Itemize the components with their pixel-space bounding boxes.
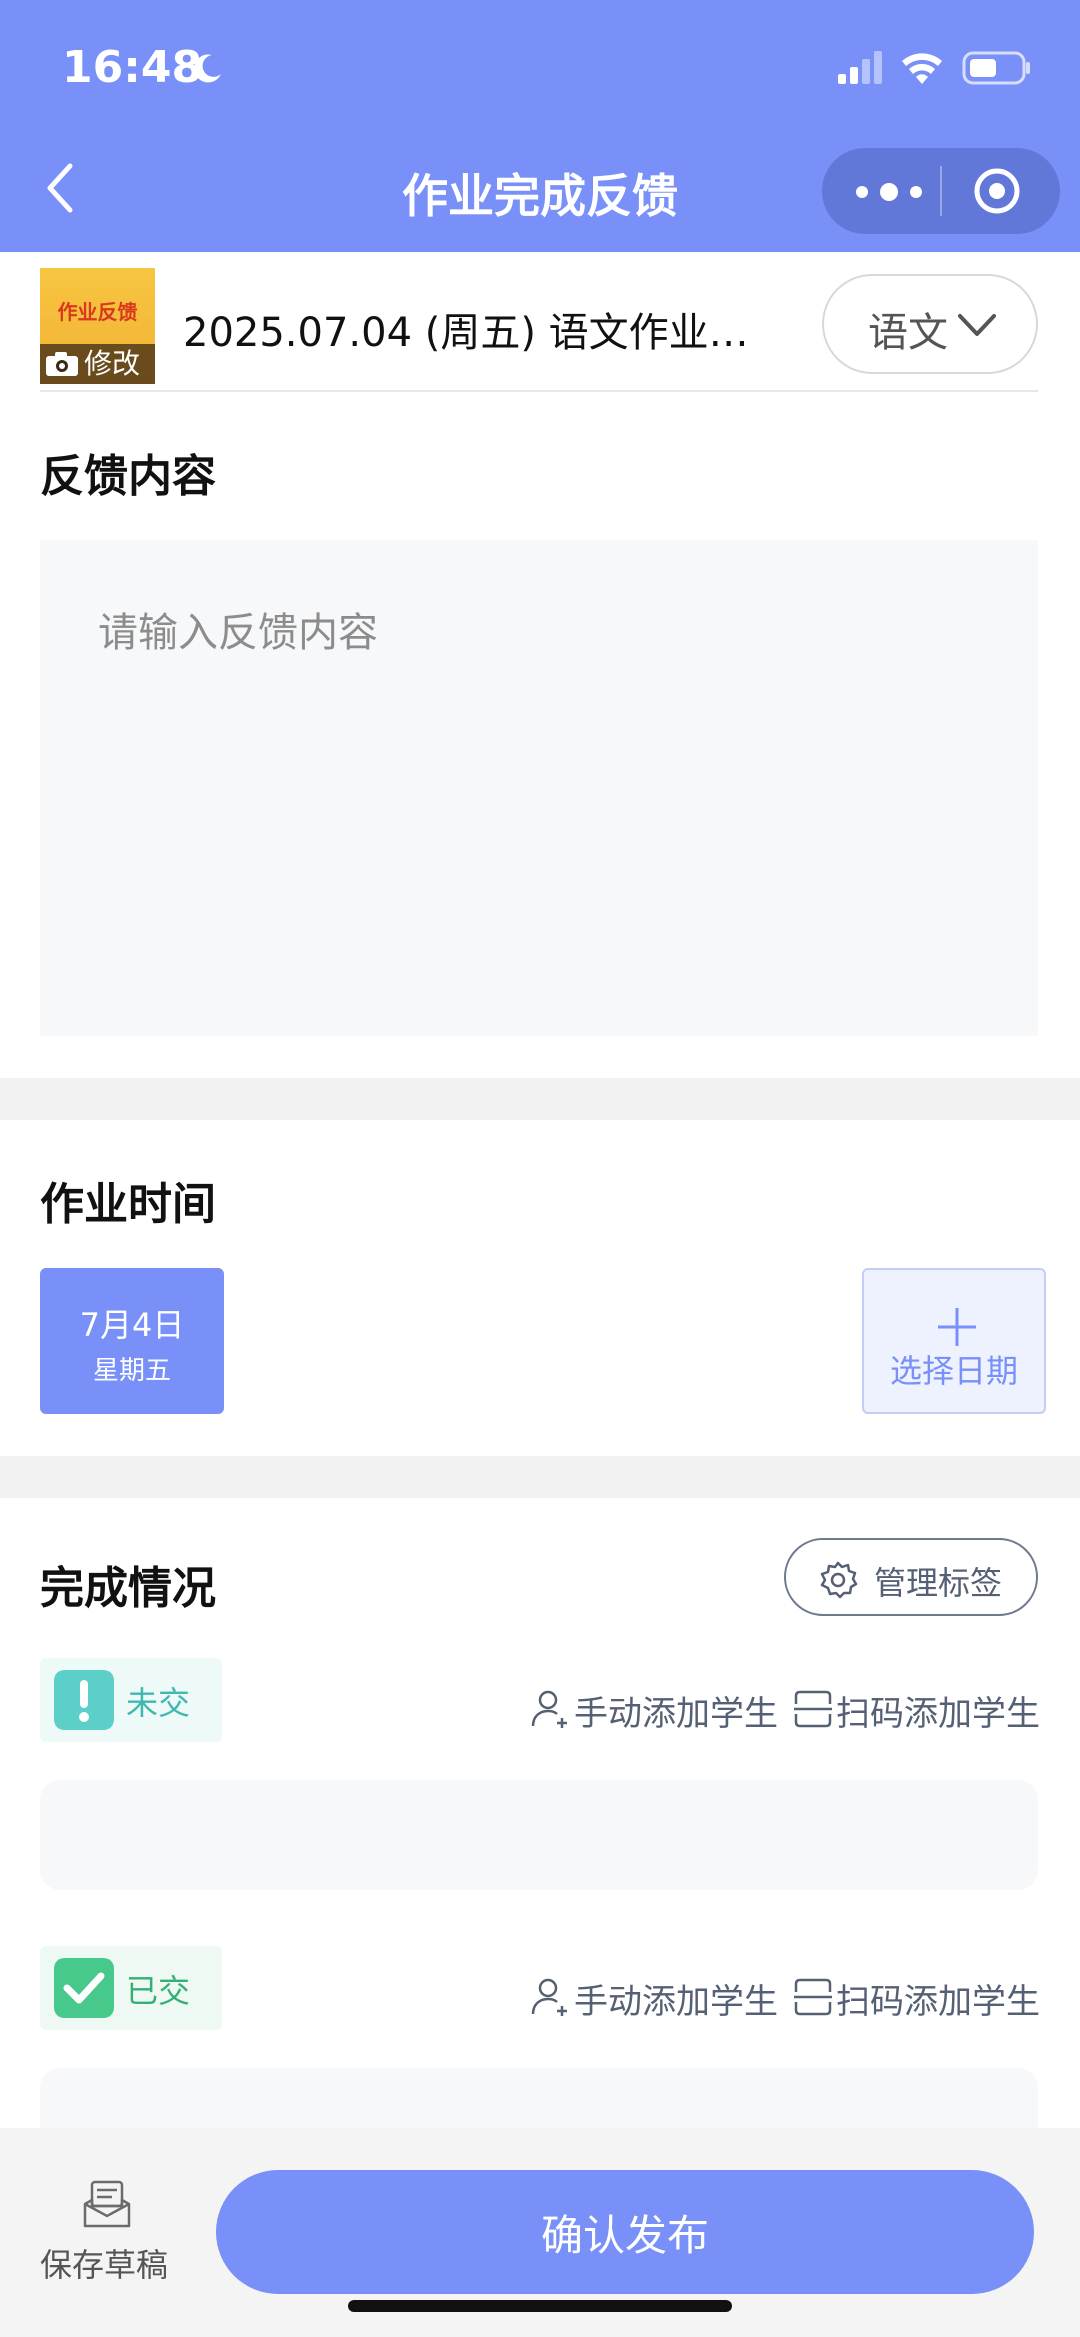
- moon-icon: [194, 54, 221, 83]
- homework-row: 作业反馈 修改 2025.07.04 (周五) 语文作业… 语文: [0, 252, 1080, 392]
- manual-add-label: 手动添加学生: [574, 1982, 778, 2022]
- cellular-signal-icon: [838, 51, 882, 84]
- selected-date-card[interactable]: 7月4日 星期五: [40, 1268, 224, 1414]
- wifi-icon: [902, 53, 942, 84]
- cover-text: 作业反馈: [57, 300, 138, 324]
- section-gap: [0, 1078, 1080, 1120]
- status-label: 未交: [126, 1684, 191, 1722]
- selected-date-weekday: 星期五: [92, 1356, 171, 1386]
- manage-tags-label: 管理标签: [874, 1564, 1003, 1602]
- save-draft-label: 保存草稿: [40, 2246, 169, 2284]
- cover-edit-label: 修改: [84, 347, 141, 380]
- status-badge-submitted: 已交: [40, 1946, 222, 2030]
- manual-add-student-button[interactable]: 手动添加学生: [530, 1972, 780, 2022]
- chevron-down-icon: [958, 314, 996, 336]
- add-person-icon: [531, 1978, 567, 2016]
- exclamation-icon: [54, 1670, 114, 1730]
- manual-add-label: 手动添加学生: [574, 1694, 778, 1734]
- selected-date-day: 7月4日: [79, 1306, 185, 1344]
- gear-icon: [820, 1561, 858, 1599]
- scan-add-label: 扫码添加学生: [836, 1694, 1040, 1734]
- feedback-placeholder: 请输入反馈内容: [98, 610, 378, 656]
- status-time: 16:48: [62, 42, 203, 93]
- scan-add-label: 扫码添加学生: [836, 1982, 1040, 2022]
- homework-title[interactable]: 2025.07.04 (周五) 语文作业…: [183, 300, 803, 358]
- subject-dropdown[interactable]: 语文: [822, 274, 1038, 374]
- battery-icon: [962, 51, 1030, 85]
- checkmark-icon: [54, 1958, 114, 2018]
- section-gap: [0, 1456, 1080, 1498]
- save-draft-button[interactable]: 保存草稿: [40, 2180, 180, 2300]
- feedback-textarea[interactable]: 请输入反馈内容: [40, 540, 1038, 1036]
- scan-add-student-button[interactable]: 扫码添加学生: [792, 1684, 1042, 1734]
- capsule-divider: [940, 166, 942, 216]
- choose-date-button[interactable]: 选择日期: [862, 1268, 1046, 1414]
- completion-title: 完成情况: [40, 1563, 216, 1614]
- plus-icon: [938, 1308, 976, 1346]
- not-submitted-student-list[interactable]: [40, 1780, 1038, 1890]
- homework-time-title: 作业时间: [40, 1179, 216, 1230]
- manage-tags-button[interactable]: 管理标签: [784, 1538, 1038, 1616]
- choose-date-label: 选择日期: [889, 1352, 1018, 1390]
- manual-add-student-button[interactable]: 手动添加学生: [530, 1684, 780, 1734]
- top-header: 16:48 作业完成反馈: [0, 0, 1080, 252]
- divider: [40, 390, 1038, 392]
- more-menu-icon[interactable]: [852, 172, 926, 212]
- add-person-icon: [531, 1690, 567, 1728]
- draft-icon: [83, 2180, 131, 2228]
- home-indicator: [348, 2300, 732, 2312]
- scan-add-student-button[interactable]: 扫码添加学生: [792, 1972, 1042, 2022]
- status-label: 已交: [126, 1972, 191, 2010]
- feedback-section-title: 反馈内容: [40, 451, 216, 502]
- scan-icon: [794, 1690, 832, 1728]
- status-badge-not-submitted: 未交: [40, 1658, 222, 1742]
- close-mini-program-icon[interactable]: [972, 166, 1022, 216]
- scan-icon: [794, 1978, 832, 2016]
- page: 16:48 作业完成反馈 作业反馈 修改 2025.07.04 (周五) 语文作…: [0, 0, 1080, 2337]
- confirm-publish-button[interactable]: 确认发布: [216, 2170, 1034, 2294]
- camera-icon: [46, 352, 78, 376]
- subject-value: 语文: [868, 310, 948, 356]
- mini-program-capsule: [822, 148, 1060, 234]
- homework-cover[interactable]: 作业反馈 修改: [40, 268, 155, 384]
